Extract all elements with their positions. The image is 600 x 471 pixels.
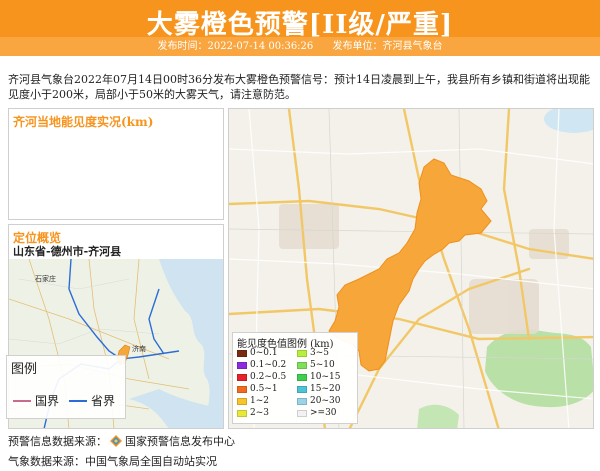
legend-item: 0.2~0.5 [237, 372, 286, 382]
legend-item: 15~20 [297, 384, 340, 394]
legend-item: 0~0.1 [237, 348, 278, 358]
legend-item: 20~30 [297, 396, 340, 406]
legend-item: 2~3 [237, 408, 269, 418]
weather-source-label: 气象数据来源： [8, 455, 85, 468]
warning-source-line: 预警信息数据来源： 国家预警信息发布中心 [8, 433, 235, 449]
publish-unit: 发布单位：齐河县气象台 [332, 41, 443, 52]
legend-item-province-border: 省界 [69, 392, 115, 409]
publish-time: 发布时间：2022-07-14 00:36:26 [157, 41, 314, 52]
province-border-label: 省界 [91, 394, 116, 408]
legend-item: 5~10 [297, 360, 335, 370]
boundary-legend-title: 图例 [11, 362, 38, 377]
legend-item-national-border: 国界 [13, 392, 59, 409]
national-border-line [13, 399, 31, 402]
warning-source-link[interactable]: 国家预警信息发布中心 [125, 433, 235, 449]
legend-item: 3~5 [297, 348, 329, 358]
warning-banner: 大雾橙色预警[II级/严重] 发布时间：2022-07-14 00:36:26 … [0, 0, 600, 56]
legend-item: 0.5~1 [237, 384, 278, 394]
publish-info-bar: 发布时间：2022-07-14 00:36:26 发布单位：齐河县气象台 [0, 37, 600, 56]
map-label-shijiazhuang: 石家庄 [35, 274, 56, 283]
legend-item: 1~2 [237, 396, 269, 406]
boundary-legend: 图例 国界 省界 [6, 355, 126, 419]
legend-item: >=30 [297, 408, 337, 418]
visibility-color-legend: 能见度色值图例 (km) 0~0.1 3~5 0.1~0.2 5~10 0.2~… [232, 332, 358, 424]
national-warning-center-logo-icon [110, 435, 122, 447]
province-border-line [69, 399, 87, 402]
national-border-label: 国界 [35, 394, 60, 408]
map-label-jinan: 济南 [132, 344, 146, 353]
warning-title: 大雾橙色预警[II级/严重] [146, 10, 454, 40]
legend-item: 0.1~0.2 [237, 360, 286, 370]
warning-source-label: 预警信息数据来源： [8, 435, 107, 448]
legend-item: 10~15 [297, 372, 340, 382]
warning-description: 齐河县气象台2022年07月14日00时36分发布大雾橙色预警信号：预计14日凌… [8, 73, 590, 101]
visibility-panel-title: 齐河当地能见度实况(km) [13, 115, 154, 129]
visibility-panel: 齐河当地能见度实况(km) [8, 108, 224, 220]
weather-source-line: 气象数据来源： 中国气象局全国自动站实况 [8, 453, 217, 469]
weather-source-value: 中国气象局全国自动站实况 [85, 455, 217, 468]
location-path: 山东省-德州市-齐河县 [13, 245, 122, 258]
